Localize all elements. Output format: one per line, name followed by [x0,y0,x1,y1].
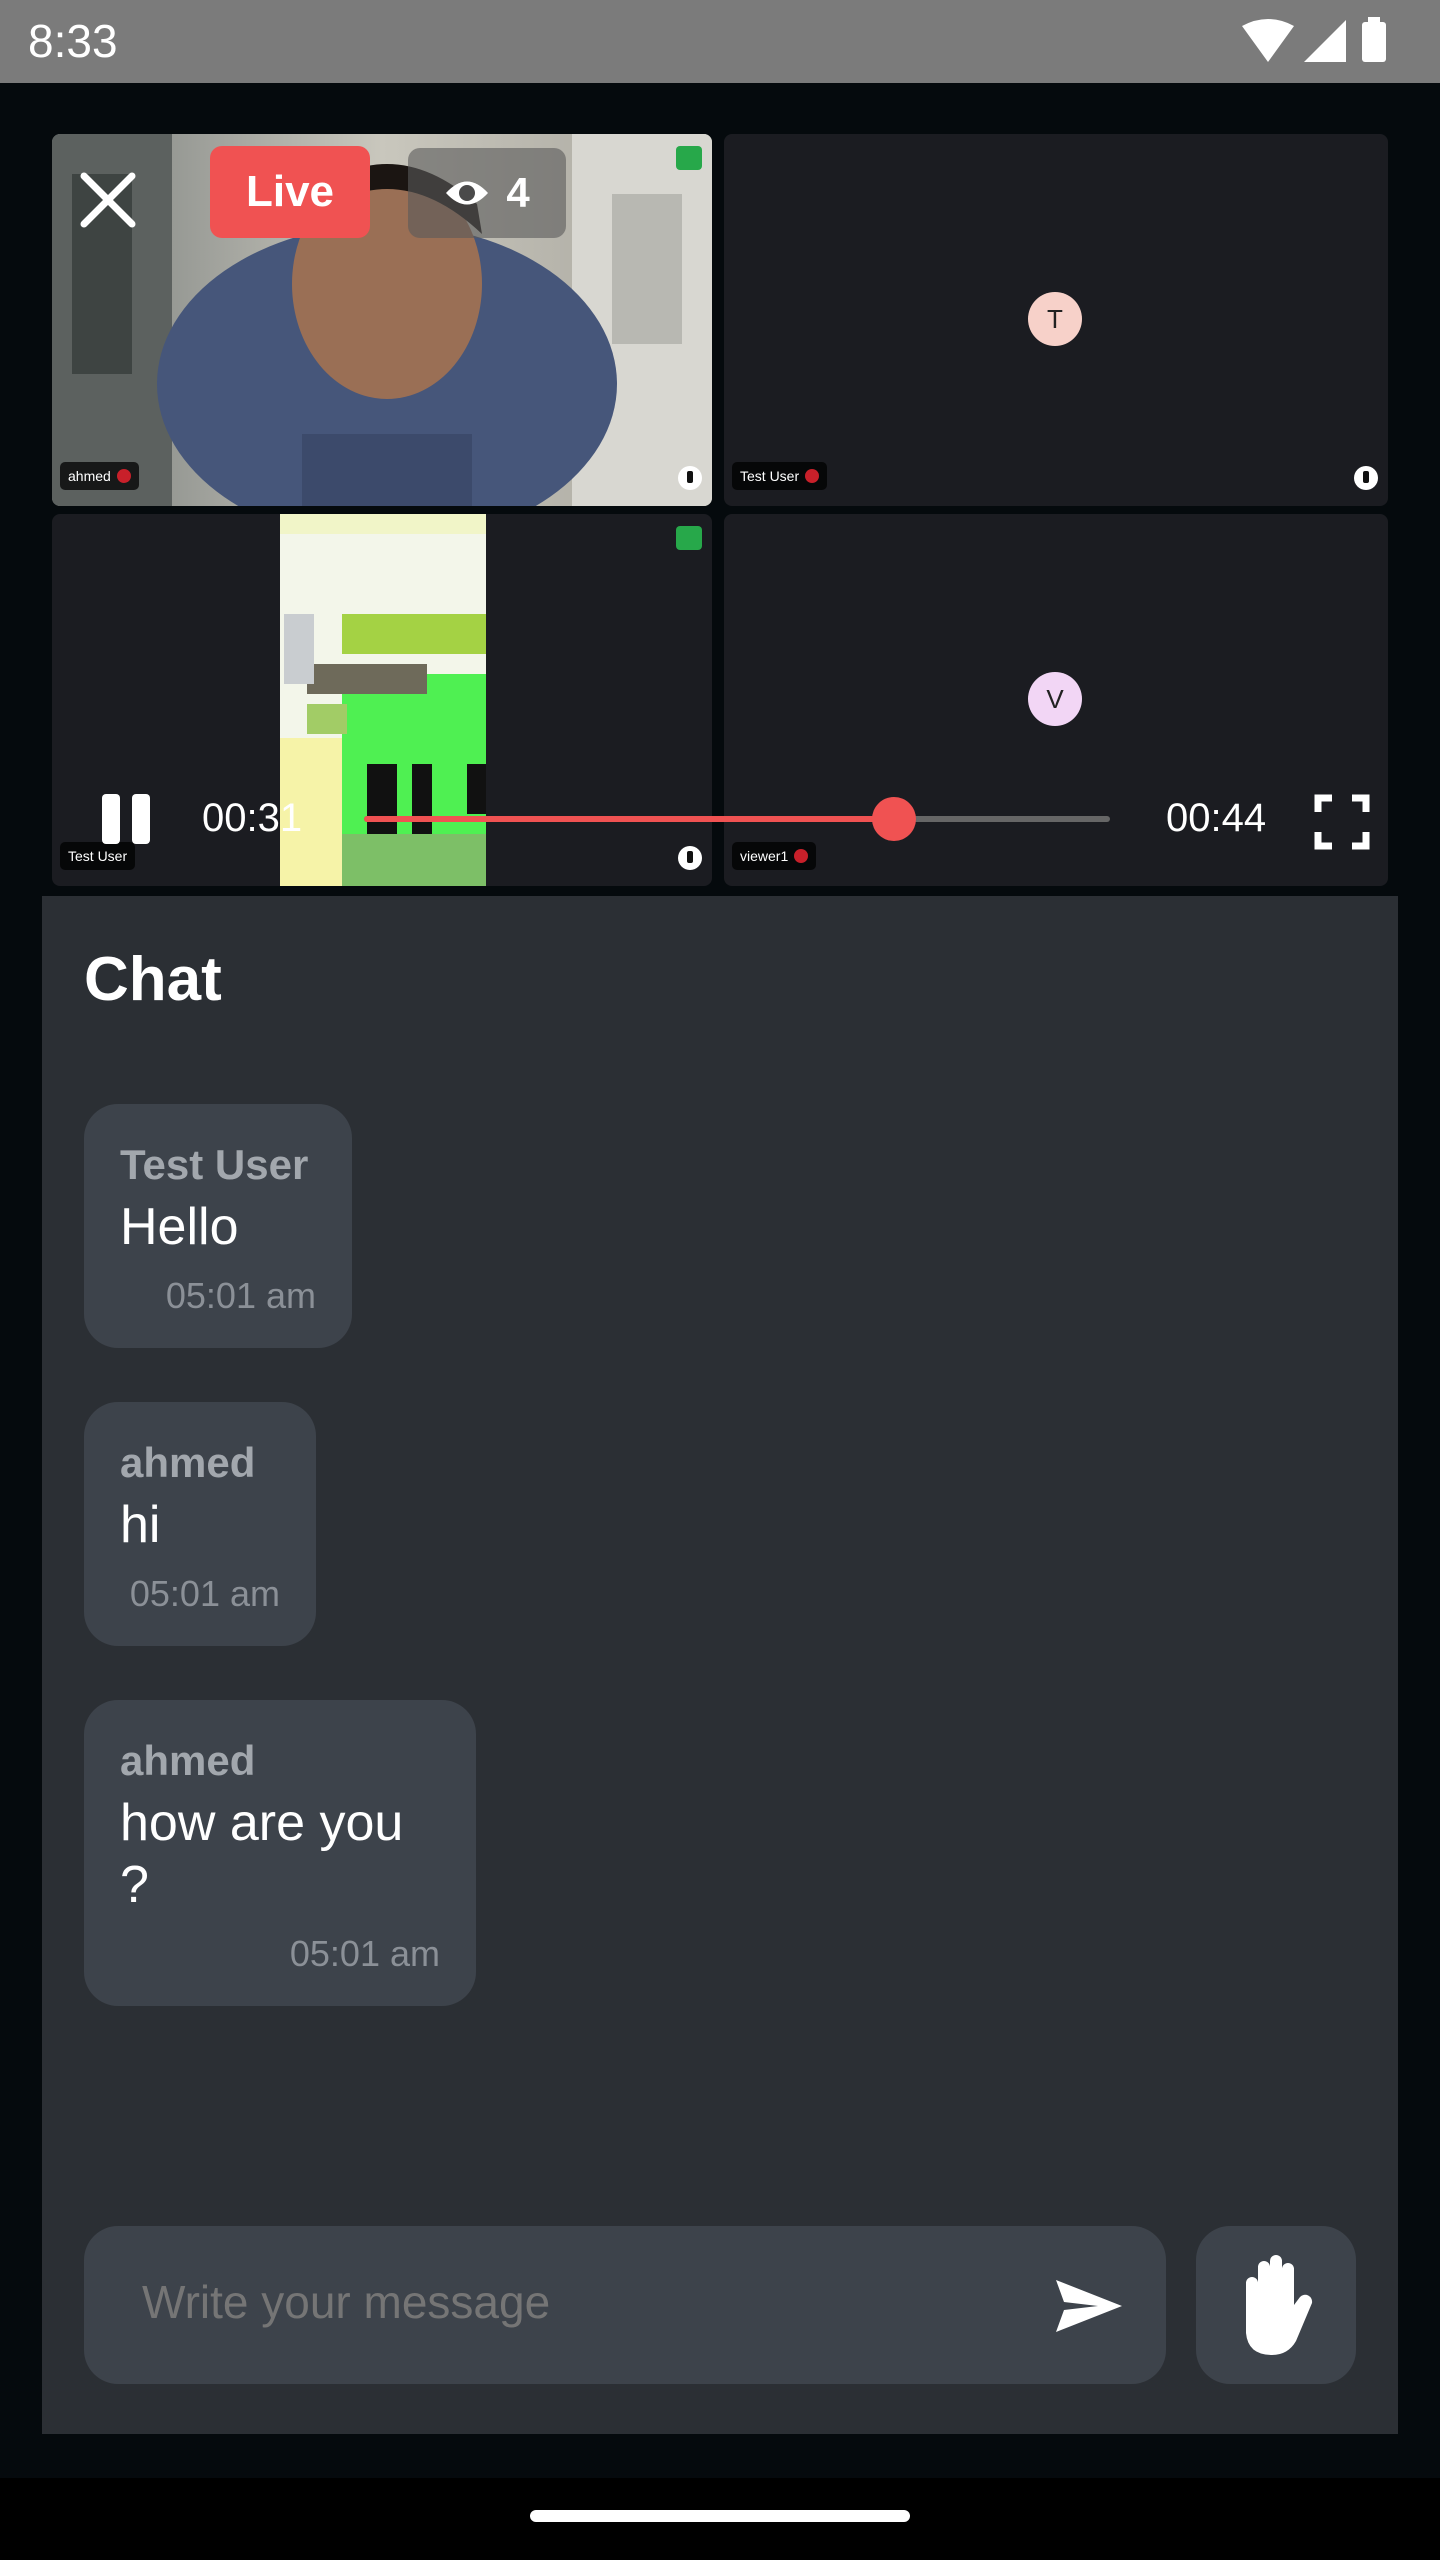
seek-played [364,816,894,822]
pin-icon[interactable] [678,846,702,870]
message-time: 05:01 am [165,1275,316,1316]
fullscreen-icon[interactable] [1314,794,1370,850]
message-time: 05:01 am [289,1933,440,1974]
raise-hand-icon [1246,2255,1313,2355]
video-tile-test-user[interactable]: T Test User [724,134,1388,506]
video-tile-ahmed[interactable]: ahmed [52,134,712,506]
signal-icon [676,526,702,550]
message-sender: ahmed [120,1737,256,1784]
avatar: V [1028,672,1082,726]
viewer-count: 4 [506,169,530,216]
message-sender: Test User [120,1141,309,1188]
close-icon[interactable] [76,168,140,232]
participant-name-tag: viewer1 [732,842,817,870]
chat-message: Test User Hello 05:01 am [84,1104,352,1348]
message-time: 05:01 am [129,1573,280,1614]
participant-name: ahmed [68,468,111,484]
eye-icon [446,181,489,205]
battery-icon [1362,22,1386,62]
message-input[interactable] [140,2274,1004,2330]
current-time: 00:31 [202,796,303,840]
signal-icon [676,146,702,170]
chat-message: ahmed hi 05:01 am [84,1402,316,1646]
camera-feed [52,134,712,506]
participant-name-tag: ahmed [60,462,139,490]
home-handle[interactable] [530,2510,910,2522]
message-sender: ahmed [120,1439,256,1486]
seek-bar[interactable] [364,797,1110,841]
status-bar: 8:33 [0,0,1440,83]
raise-hand-button[interactable] [1196,2226,1356,2384]
participant-name: Test User [68,848,128,864]
message-text: Hello [120,1198,239,1256]
status-time: 8:33 [28,15,118,67]
video-tile-viewer1[interactable]: V viewer1 [724,514,1388,886]
pause-icon[interactable] [100,792,154,846]
avatar: T [1028,292,1082,346]
wifi-icon [1242,19,1294,62]
viewer-count-badge: 4 [408,148,566,238]
chat-message: ahmed how are you ? 05:01 am [84,1700,476,2006]
live-badge: Live [210,146,370,238]
message-text: hi [120,1496,161,1554]
message-input-container [84,2226,1166,2384]
seek-thumb[interactable] [871,797,916,841]
mic-off-icon [116,469,131,483]
participant-name-tag: Test User [732,462,828,490]
pin-icon[interactable] [678,466,702,490]
chat-title: Chat [84,945,222,1014]
avatar-initial: V [1046,683,1064,714]
participant-name: Test User [740,468,800,484]
participant-name-tag: Test User [60,842,136,870]
pin-icon[interactable] [1354,466,1378,490]
mic-off-icon [794,849,809,863]
send-icon[interactable] [1054,2278,1124,2334]
total-time: 00:44 [1166,796,1267,840]
mic-off-icon [805,469,820,483]
avatar-initial: T [1047,303,1063,334]
message-text: how are you ? [120,1794,404,1914]
cellular-icon [1304,20,1346,62]
status-icons [1242,17,1386,62]
participant-name: viewer1 [740,848,789,864]
